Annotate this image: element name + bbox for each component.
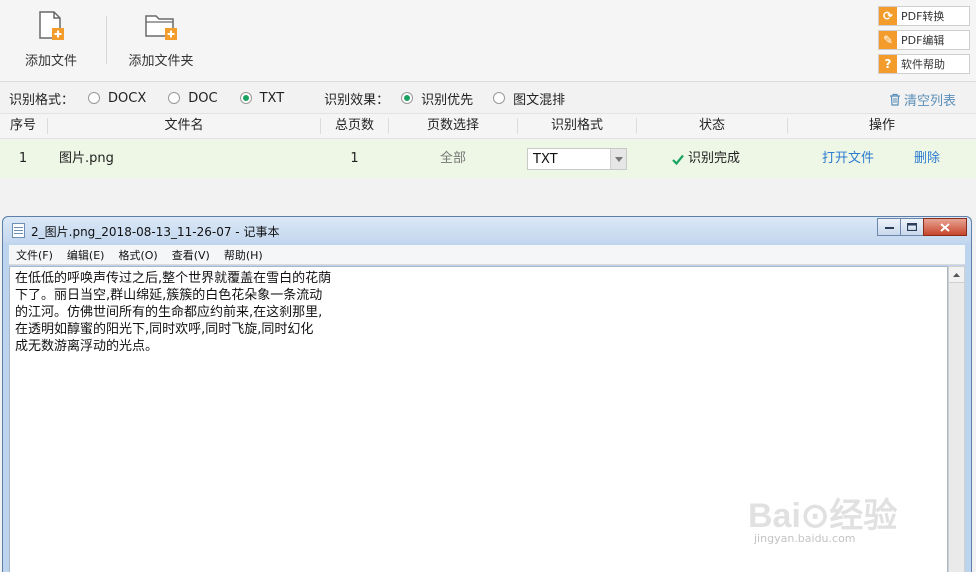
table-header: 序号 文件名 总页数 页数选择 识别格式 状态 操作 xyxy=(0,113,976,139)
add-file-label: 添加文件 xyxy=(24,54,77,69)
options-bar: 识别格式： DOCX DOC TXT 识别效果： 识别优先 图文混排 清空列表 xyxy=(0,84,976,112)
table-row[interactable]: 1 图片.png 1 全部 TXT 识别完成 打开文件 删除 xyxy=(0,140,976,178)
effect-option-recognize-first[interactable]: 识别优先 xyxy=(401,89,473,108)
notepad-menubar: 文件(F) 编辑(E) 格式(O) 查看(V) 帮助(H) xyxy=(9,245,965,265)
maximize-button[interactable] xyxy=(900,218,924,236)
scroll-up-icon[interactable] xyxy=(949,267,964,283)
delete-link[interactable]: 删除 xyxy=(914,140,940,178)
col-status: 状态 xyxy=(698,118,725,133)
trash-icon xyxy=(889,93,900,106)
menu-view[interactable]: 查看(V) xyxy=(165,247,217,263)
format-option-txt[interactable]: TXT xyxy=(239,90,285,106)
notepad-titlebar[interactable]: 2_图片.png_2018-08-13_11-26-07 - 记事本 xyxy=(3,217,971,243)
format-option-doc[interactable]: DOC xyxy=(168,90,218,106)
toolbar: 添加文件 添加文件夹 ⟳ PDF转换 ✎ PDF编辑 ? 软件帮助 xyxy=(0,0,976,82)
add-file-icon xyxy=(39,11,64,40)
col-index: 序号 xyxy=(9,118,36,133)
notepad-scrollbar[interactable] xyxy=(948,266,965,572)
radio-docx[interactable] xyxy=(88,92,101,104)
notepad-icon xyxy=(12,223,25,238)
clear-list-button[interactable]: 清空列表 xyxy=(889,90,956,109)
menu-edit[interactable]: 编辑(E) xyxy=(60,247,112,263)
col-total-pages: 总页数 xyxy=(334,118,374,133)
toolbar-divider xyxy=(106,16,107,64)
pdf-edit-label: PDF编辑 xyxy=(901,34,945,47)
minimize-button[interactable] xyxy=(877,218,901,236)
menu-help[interactable]: 帮助(H) xyxy=(217,247,270,263)
menu-file[interactable]: 文件(F) xyxy=(9,247,60,263)
radio-recognize-first[interactable] xyxy=(401,92,414,104)
software-help-button[interactable]: ? 软件帮助 xyxy=(878,54,970,74)
pdf-convert-label: PDF转换 xyxy=(901,10,945,23)
watermark-url: jingyan.baidu.com xyxy=(754,532,856,545)
col-format: 识别格式 xyxy=(550,118,603,133)
col-actions: 操作 xyxy=(868,118,895,133)
watermark-brand: Bai⊙经验 xyxy=(748,497,898,535)
row-status: 识别完成 xyxy=(672,140,740,178)
pdf-convert-button[interactable]: ⟳ PDF转换 xyxy=(878,6,970,26)
chevron-down-icon[interactable] xyxy=(610,149,626,169)
format-txt-label: TXT xyxy=(259,90,285,106)
add-file-button[interactable]: 添加文件 xyxy=(22,10,80,69)
pencil-icon: ✎ xyxy=(879,31,897,49)
clear-list-label: 清空列表 xyxy=(903,94,956,109)
open-file-link[interactable]: 打开文件 xyxy=(822,140,874,178)
notepad-title: 2_图片.png_2018-08-13_11-26-07 - 记事本 xyxy=(31,225,280,239)
radio-txt[interactable] xyxy=(239,92,252,104)
add-folder-icon xyxy=(145,15,177,40)
row-status-label: 识别完成 xyxy=(688,151,741,166)
effect-mixed-layout-label: 图文混排 xyxy=(513,92,566,108)
refresh-icon: ⟳ xyxy=(879,7,897,25)
col-page-select: 页数选择 xyxy=(426,118,479,133)
close-button[interactable] xyxy=(923,218,967,236)
radio-mixed-layout[interactable] xyxy=(493,92,506,104)
effect-option-mixed-layout[interactable]: 图文混排 xyxy=(493,89,565,108)
row-page-select[interactable]: 全部 xyxy=(389,140,517,178)
row-index: 1 xyxy=(18,151,28,166)
add-folder-label: 添加文件夹 xyxy=(128,54,194,69)
format-select[interactable]: TXT xyxy=(527,148,627,170)
format-doc-label: DOC xyxy=(188,90,218,106)
question-icon: ? xyxy=(879,55,897,73)
menu-format[interactable]: 格式(O) xyxy=(111,247,164,263)
radio-doc[interactable] xyxy=(168,92,181,104)
format-select-value: TXT xyxy=(533,151,558,167)
baidu-watermark: Bai⊙经验 jingyan.baidu.com xyxy=(748,488,928,548)
format-docx-label: DOCX xyxy=(108,90,147,106)
checkmark-icon xyxy=(672,154,684,165)
add-folder-button[interactable]: 添加文件夹 xyxy=(124,10,198,69)
pdf-edit-button[interactable]: ✎ PDF编辑 xyxy=(878,30,970,50)
close-icon xyxy=(940,222,950,232)
format-option-docx[interactable]: DOCX xyxy=(88,91,146,106)
row-filename: 图片.png xyxy=(59,151,114,166)
col-filename: 文件名 xyxy=(164,118,204,133)
software-help-label: 软件帮助 xyxy=(901,58,945,71)
maximize-icon xyxy=(907,223,917,231)
effect-label: 识别效果： xyxy=(324,92,390,108)
effect-recognize-first-label: 识别优先 xyxy=(421,92,474,108)
row-total-pages: 1 xyxy=(350,151,359,166)
minimize-icon xyxy=(884,226,894,229)
format-label: 识别格式： xyxy=(9,92,75,108)
window-controls xyxy=(877,218,967,236)
